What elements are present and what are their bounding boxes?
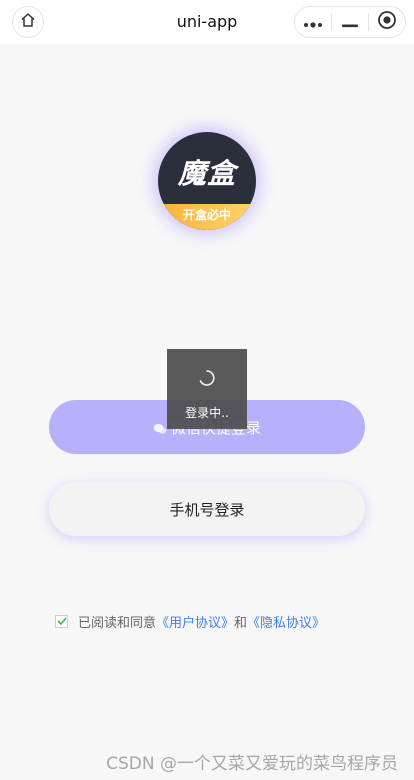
logo-band-text: 开盒必中 xyxy=(158,204,256,230)
loading-toast: 登录中.. xyxy=(167,349,247,429)
spinner-icon xyxy=(198,369,216,387)
agreement-prefix: 已阅读和同意 xyxy=(78,615,157,631)
capsule-menu xyxy=(294,6,406,38)
record-target-icon xyxy=(377,10,397,34)
csdn-watermark: CSDN @一个又菜又爱玩的菜鸟程序员 xyxy=(106,754,398,774)
close-button[interactable] xyxy=(369,7,405,37)
more-dots-icon xyxy=(303,13,323,32)
agreement-and: 和 xyxy=(234,615,248,631)
toast-text: 登录中.. xyxy=(185,406,229,420)
privacy-policy-link[interactable]: 《隐私协议》 xyxy=(247,612,325,631)
minimize-button[interactable] xyxy=(332,7,368,37)
phone-login-label: 手机号登录 xyxy=(169,500,245,519)
user-agreement-link[interactable]: 《用户协议》 xyxy=(156,612,234,631)
minimize-icon xyxy=(342,13,358,32)
login-page: uni-app 魔盒 开盒必中 手机号登录 登录中.. 已阅读和同意 《用户协议… xyxy=(0,0,414,780)
agreement-checkbox[interactable] xyxy=(55,614,68,629)
top-nav-bar: uni-app xyxy=(0,0,414,44)
check-icon xyxy=(56,614,67,629)
logo-main-text: 魔盒 xyxy=(177,157,236,190)
phone-login-button[interactable]: 手机号登录 xyxy=(49,482,365,536)
wechat-icon xyxy=(153,421,167,434)
app-logo: 魔盒 开盒必中 xyxy=(158,132,256,230)
agreement-row: 已阅读和同意 《用户协议》 和 《隐私协议》 xyxy=(55,612,325,631)
more-button[interactable] xyxy=(295,7,331,37)
